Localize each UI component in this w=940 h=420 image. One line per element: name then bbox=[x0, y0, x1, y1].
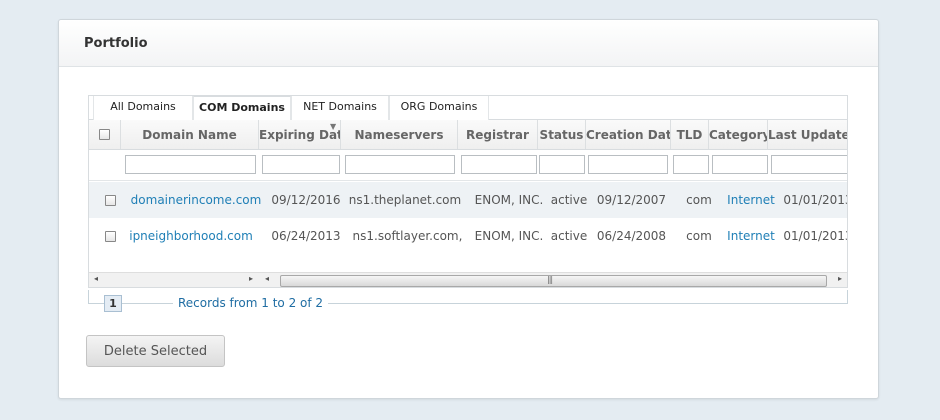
status-cell: active bbox=[550, 193, 588, 207]
header-nameservers[interactable]: Nameservers bbox=[341, 120, 458, 149]
sort-icon[interactable]: ▼ bbox=[330, 122, 336, 131]
scroll-right-arrow-icon[interactable]: ▸ bbox=[834, 274, 846, 283]
row-checkbox[interactable] bbox=[105, 231, 116, 242]
scrollbar-thumb[interactable]: ||| bbox=[280, 275, 827, 287]
last-update-cell: 01/01/2013 bbox=[783, 229, 848, 243]
registrar-cell: ENOM, INC. bbox=[474, 193, 544, 207]
tab-com-domains[interactable]: COM Domains bbox=[193, 96, 291, 121]
category-link[interactable]: Internet bbox=[723, 229, 779, 243]
creation-date-cell: 09/12/2007 bbox=[596, 193, 667, 207]
creation-date-cell: 06/24/2008 bbox=[596, 229, 667, 243]
filter-registrar-input[interactable] bbox=[461, 155, 537, 174]
filter-row bbox=[89, 150, 847, 181]
nameservers-cell: ns1.theplanet.com bbox=[348, 193, 462, 207]
header-last-update[interactable]: Last Update bbox=[768, 120, 847, 149]
nameservers-cell: ns1.softlayer.com, bbox=[352, 229, 463, 243]
pager: 1 Records from 1 to 2 of 2 bbox=[88, 290, 848, 312]
row-checkbox[interactable] bbox=[105, 195, 116, 206]
domain-tabs: All Domains COM Domains NET Domains ORG … bbox=[89, 96, 847, 121]
scroll-left-arrow-icon[interactable]: ◂ bbox=[90, 274, 102, 283]
category-link[interactable]: Internet bbox=[723, 193, 779, 207]
scroll-left-arrow-icon[interactable]: ◂ bbox=[261, 274, 273, 283]
expiring-date-cell: 09/12/2016 bbox=[271, 193, 341, 207]
tab-org-domains[interactable]: ORG Domains bbox=[389, 96, 489, 120]
domain-link[interactable]: domainerincome.com bbox=[121, 193, 271, 207]
filter-status-input[interactable] bbox=[539, 155, 585, 174]
page-1-button[interactable]: 1 bbox=[104, 295, 122, 312]
tld-cell: com bbox=[686, 229, 712, 243]
header-select-all bbox=[89, 120, 121, 149]
grip-icon: ||| bbox=[547, 275, 553, 284]
header-creation-date[interactable]: Creation Date bbox=[586, 120, 671, 149]
tld-cell: com bbox=[686, 193, 712, 207]
delete-selected-button[interactable]: Delete Selected bbox=[86, 335, 225, 367]
filter-nameservers-input[interactable] bbox=[345, 155, 455, 174]
header-expiring-date[interactable]: Expiring Date bbox=[259, 120, 341, 149]
select-all-checkbox[interactable] bbox=[99, 129, 110, 140]
horizontal-scrollbar[interactable]: ◂ ▸ ◂ ||| ▸ bbox=[89, 272, 847, 287]
panel-title: Portfolio bbox=[59, 20, 878, 67]
filter-last-update-input[interactable] bbox=[771, 155, 847, 174]
filter-expiring-date-input[interactable] bbox=[262, 155, 340, 174]
registrar-cell: ENOM, INC. bbox=[474, 229, 544, 243]
header-category[interactable]: Category bbox=[709, 120, 768, 149]
table-row: ipneighborhood.com 06/24/2013 ns1.softla… bbox=[89, 218, 848, 254]
grid-header: Domain Name Expiring Date ▼ Nameservers … bbox=[89, 120, 847, 150]
header-status[interactable]: Status bbox=[538, 120, 586, 149]
tab-net-domains[interactable]: NET Domains bbox=[291, 96, 389, 120]
portfolio-panel: Portfolio All Domains COM Domains NET Do… bbox=[58, 19, 879, 399]
header-expiring-date-label: Expiring Date bbox=[259, 128, 340, 142]
records-info: Records from 1 to 2 of 2 bbox=[173, 296, 329, 310]
pager-divider bbox=[847, 290, 848, 304]
domains-grid: All Domains COM Domains NET Domains ORG … bbox=[88, 95, 848, 288]
scroll-right-arrow-icon[interactable]: ▸ bbox=[245, 274, 257, 283]
filter-creation-date-input[interactable] bbox=[588, 155, 668, 174]
filter-tld-input[interactable] bbox=[673, 155, 709, 174]
header-registrar[interactable]: Registrar bbox=[458, 120, 538, 149]
header-domain-name[interactable]: Domain Name bbox=[121, 120, 259, 149]
tab-all-domains[interactable]: All Domains bbox=[93, 96, 193, 120]
expiring-date-cell: 06/24/2013 bbox=[271, 229, 341, 243]
filter-domain-name-input[interactable] bbox=[125, 155, 256, 174]
status-cell: active bbox=[550, 229, 588, 243]
last-update-cell: 01/01/2013 bbox=[783, 193, 848, 207]
pager-divider bbox=[88, 290, 89, 304]
domain-link[interactable]: ipneighborhood.com bbox=[121, 229, 261, 243]
table-row: domainerincome.com 09/12/2016 ns1.thepla… bbox=[89, 182, 848, 218]
header-tld[interactable]: TLD bbox=[671, 120, 709, 149]
filter-category-input[interactable] bbox=[712, 155, 768, 174]
